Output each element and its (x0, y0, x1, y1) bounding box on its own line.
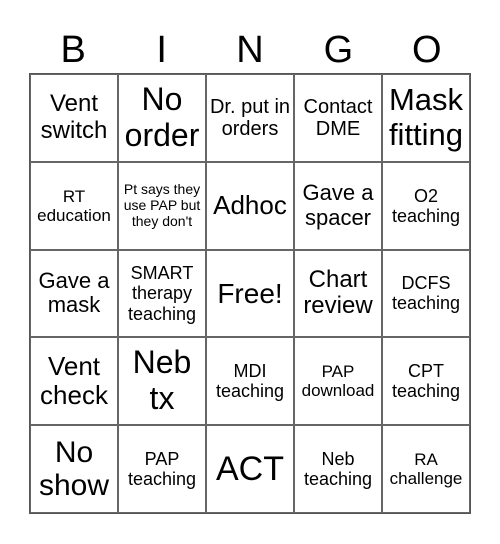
bingo-cell[interactable]: PAP download (294, 337, 382, 426)
bingo-cell-text: PAP download (301, 362, 375, 401)
bingo-cell-text: Dr. put in orders (209, 95, 291, 140)
bingo-cell[interactable]: SMART therapy teaching (118, 249, 206, 338)
bingo-cell[interactable]: O2 teaching (382, 161, 470, 250)
bingo-cell[interactable]: Adhoc (206, 161, 294, 250)
bingo-cell-text: ACT (216, 450, 284, 489)
bingo-cell[interactable]: Gave a spacer (294, 161, 382, 250)
bingo-header: B I N G O (29, 28, 471, 72)
header-letter-i: I (156, 29, 167, 71)
bingo-cell-text: Neb tx (132, 344, 192, 417)
bingo-cell-text: Vent switch (40, 90, 108, 144)
bingo-cell-text: Chart review (303, 265, 373, 320)
bingo-cell[interactable]: RA challenge (382, 425, 470, 513)
bingo-grid: Vent switch No order Dr. put in orders Cont… (29, 73, 471, 514)
header-letter-g: G (323, 29, 354, 71)
bingo-cell-text: O2 teaching (391, 185, 461, 226)
header-letter-o: O (412, 29, 442, 71)
bingo-cell[interactable]: No order (118, 74, 206, 162)
bingo-cell-text: SMART therapy teaching (127, 263, 197, 324)
bingo-cell[interactable]: Mask fitting (382, 74, 470, 162)
bingo-cell[interactable]: Vent switch (30, 74, 118, 162)
bingo-cell[interactable]: MDI teaching (206, 337, 294, 426)
bingo-cell[interactable]: Contact DME (294, 74, 382, 162)
bingo-cell-text: CPT teaching (391, 361, 461, 402)
bingo-cell-text: PAP teaching (127, 448, 197, 490)
bingo-cell-text: No order (124, 81, 200, 153)
bingo-cell[interactable]: Neb tx (118, 337, 206, 426)
bingo-cell[interactable]: Free! (206, 249, 294, 338)
bingo-cell-text: Neb teaching (303, 448, 373, 490)
bingo-cell[interactable]: Neb teaching (294, 425, 382, 513)
bingo-cell-text: Gave a spacer (302, 180, 374, 230)
bingo-cell[interactable]: CPT teaching (382, 337, 470, 426)
bingo-cell-text: Mask fitting (388, 82, 464, 152)
bingo-cell-text: Free! (217, 277, 283, 309)
bingo-cell-text: RA challenge (389, 450, 463, 489)
bingo-cell[interactable]: Dr. put in orders (206, 74, 294, 162)
bingo-cell-text: Gave a mask (38, 267, 110, 318)
bingo-cell-text: RT education (37, 186, 111, 225)
bingo-cell[interactable]: PAP teaching (118, 425, 206, 513)
bingo-cell[interactable]: Gave a mask (30, 249, 118, 338)
bingo-cell-text: Adhoc (213, 190, 287, 221)
header-letter-b: B (60, 29, 86, 71)
bingo-cell[interactable]: Vent check (30, 337, 118, 426)
bingo-cell[interactable]: DCFS teaching (382, 249, 470, 338)
bingo-cell-text: DCFS teaching (391, 273, 461, 314)
bingo-cell[interactable]: ACT (206, 425, 294, 513)
bingo-cell[interactable]: No show (30, 425, 118, 513)
bingo-cell-text: Contact DME (303, 95, 373, 140)
bingo-cell-text: MDI teaching (215, 361, 285, 402)
bingo-cell[interactable]: Pt says they use PAP but they don't (118, 161, 206, 250)
header-letter-n: N (236, 29, 264, 71)
bingo-cell-text: No show (38, 435, 110, 503)
bingo-cell[interactable]: RT education (30, 161, 118, 250)
bingo-cell-text: Vent check (40, 351, 108, 411)
bingo-cell[interactable]: Chart review (294, 249, 382, 338)
bingo-cell-text: Pt says they use PAP but they don't (123, 181, 201, 229)
